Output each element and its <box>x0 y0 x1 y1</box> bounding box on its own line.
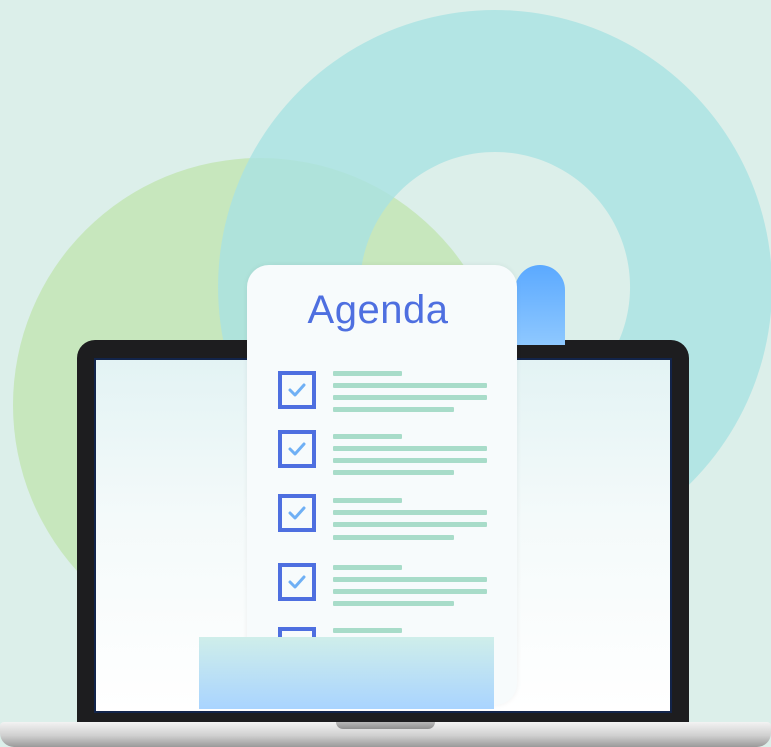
item-line <box>333 589 487 594</box>
checkbox-checked-icon[interactable] <box>278 430 316 468</box>
item-line-short <box>333 434 402 439</box>
checkbox-checked-icon[interactable] <box>278 371 316 409</box>
item-line <box>333 577 487 582</box>
item-line <box>333 407 454 412</box>
item-line-short <box>333 628 402 633</box>
item-line <box>333 510 487 515</box>
item-line <box>333 535 454 540</box>
checkbox-checked-icon[interactable] <box>278 563 316 601</box>
item-line <box>333 470 454 475</box>
item-line <box>333 395 487 400</box>
item-line <box>333 522 487 527</box>
document-slot <box>199 637 494 709</box>
item-line <box>333 458 487 463</box>
item-line <box>333 446 487 451</box>
item-line-short <box>333 565 402 570</box>
document-scroll-roll <box>515 265 565 345</box>
item-line <box>333 601 454 606</box>
document-title: Agenda <box>307 288 449 332</box>
laptop-base-notch <box>336 722 435 729</box>
checkbox-checked-icon[interactable] <box>278 494 316 532</box>
item-line <box>333 383 487 388</box>
item-line-short <box>333 498 402 503</box>
item-line-short <box>333 371 402 376</box>
